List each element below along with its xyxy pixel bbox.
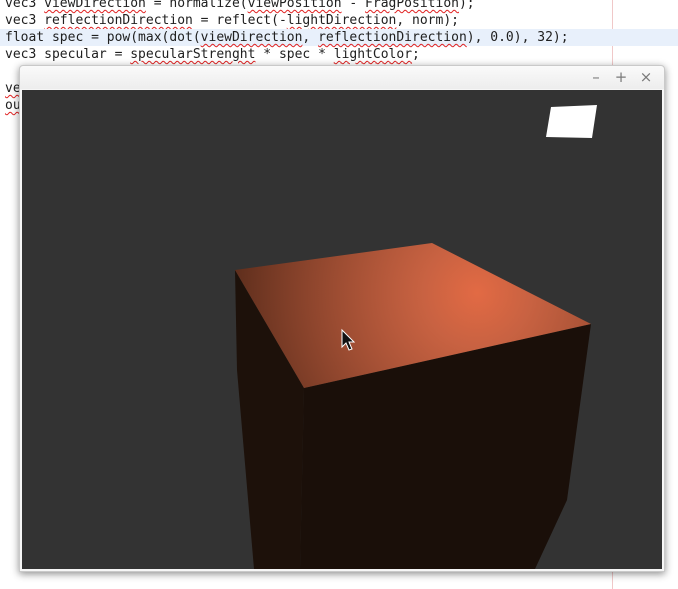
code-token: vec3 <box>5 13 45 28</box>
opengl-viewport[interactable] <box>22 90 662 569</box>
code-line[interactable]: vec3 viewDirection = normalize(viewPosit… <box>5 0 475 12</box>
code-token: ; <box>412 47 420 62</box>
misspelled-token: lightColor <box>333 47 413 62</box>
misspelled-token: specularStrenght <box>130 47 256 62</box>
render-window[interactable]: – + × <box>19 65 665 572</box>
code-line[interactable]: vec3 specular = specularStrenght * spec … <box>5 46 420 63</box>
misspelled-token: lightDirection <box>286 13 397 28</box>
code-line[interactable]: float spec = pow(max(dot(viewDirection, … <box>0 29 678 46</box>
light-source-cube <box>546 105 597 138</box>
code-token: vec3 specular = <box>5 47 131 62</box>
close-icon[interactable]: × <box>636 68 656 87</box>
code-token: ); <box>458 0 475 11</box>
misspelled-token: reflectionDirection <box>44 13 193 28</box>
code-token: = reflect(- <box>192 13 287 28</box>
code-token: ), 0.0), 32); <box>466 30 569 45</box>
maximize-icon[interactable]: + <box>611 68 631 87</box>
code-line[interactable]: vec3 reflectionDirection = reflect(-ligh… <box>5 12 459 29</box>
scene-canvas <box>22 90 662 569</box>
misspelled-token: viewPosition <box>247 0 342 11</box>
misspelled-token: reflectionDirection <box>318 30 467 45</box>
misspelled-token: viewDirection <box>200 30 303 45</box>
code-token: - <box>341 0 366 11</box>
code-token: , norm); <box>396 13 459 28</box>
minimize-icon[interactable]: – <box>586 68 606 87</box>
code-token: = normalize( <box>145 0 248 11</box>
code-token: vec3 <box>5 0 45 11</box>
misspelled-token: viewDirection <box>44 0 146 11</box>
code-token: * spec * <box>255 47 334 62</box>
code-token: , <box>302 30 319 45</box>
window-titlebar[interactable]: – + × <box>20 66 664 89</box>
code-token: float spec = pow(max(dot( <box>5 30 201 45</box>
misspelled-token: FragPosition <box>365 0 459 11</box>
